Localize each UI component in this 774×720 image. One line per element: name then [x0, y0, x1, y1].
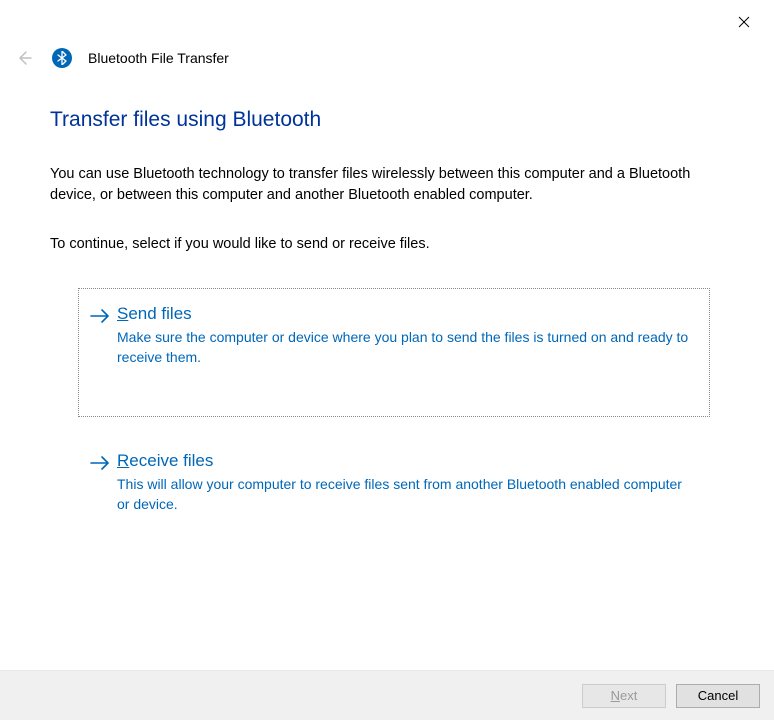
app-title: Bluetooth File Transfer: [88, 50, 229, 66]
option-send-desc: Make sure the computer or device where y…: [117, 327, 697, 368]
back-button: [14, 48, 34, 68]
bluetooth-icon: [52, 48, 72, 68]
arrow-right-icon: [89, 452, 111, 474]
wizard-header: Bluetooth File Transfer: [14, 48, 229, 68]
option-send-files[interactable]: Send files Make sure the computer or dev…: [78, 288, 710, 417]
page-description: You can use Bluetooth technology to tran…: [50, 164, 714, 206]
option-receive-files[interactable]: Receive files This will allow your compu…: [78, 435, 710, 530]
option-receive-desc: This will allow your computer to receive…: [117, 474, 697, 515]
option-receive-title: Receive files: [117, 450, 697, 472]
close-icon: [738, 16, 750, 28]
close-button[interactable]: [732, 10, 756, 34]
page-instruction: To continue, select if you would like to…: [50, 236, 714, 252]
next-button: Next: [582, 684, 666, 708]
wizard-content: Transfer files using Bluetooth You can u…: [50, 108, 714, 547]
back-arrow-icon: [16, 50, 32, 66]
cancel-button[interactable]: Cancel: [676, 684, 760, 708]
arrow-right-icon: [89, 305, 111, 327]
option-send-body: Send files Make sure the computer or dev…: [117, 303, 697, 368]
wizard-footer: Next Cancel: [0, 670, 774, 720]
option-send-title: Send files: [117, 303, 697, 325]
page-heading: Transfer files using Bluetooth: [50, 108, 714, 132]
option-receive-body: Receive files This will allow your compu…: [117, 450, 697, 515]
